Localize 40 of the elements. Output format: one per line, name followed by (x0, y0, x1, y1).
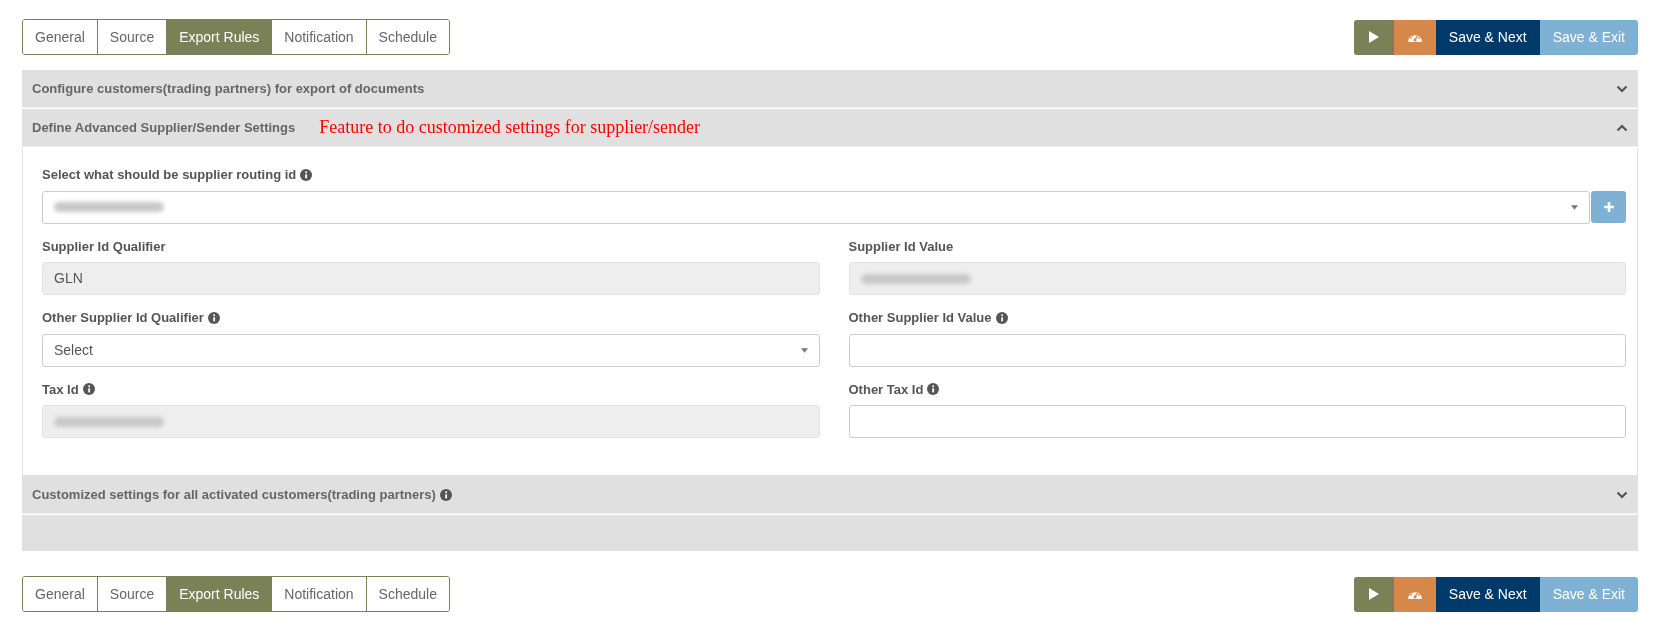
dropdown-caret-icon (800, 347, 808, 353)
input-field[interactable] (848, 405, 1626, 438)
field-label: Other Tax Id (848, 380, 924, 399)
play-button[interactable] (1353, 19, 1394, 55)
field-label: Other Supplier Id Value (848, 309, 992, 327)
section-header[interactable]: Configure customers(trading partners) for export of documents (22, 70, 1638, 108)
field-label: Supplier Id Qualifier (42, 237, 166, 256)
tab[interactable]: Export Rules (167, 577, 273, 611)
plus-icon (1602, 201, 1615, 214)
section-title: Define Advanced Supplier/Sender Settings (32, 118, 296, 137)
dropdown-caret-icon (1571, 204, 1578, 210)
dashboard-button[interactable] (1393, 19, 1436, 55)
input-field[interactable] (848, 262, 1626, 295)
input-field[interactable]: GLN (42, 262, 820, 295)
input-field[interactable] (42, 405, 820, 438)
annotation-text: Feature to do customized settings for supplier/sender (319, 116, 701, 139)
section-header[interactable]: Define Advanced Supplier/Sender Settings Feature to do customized settings for supplier/sender (22, 109, 1638, 147)
section-header[interactable]: Customized settings for all activated customers(trading partners) (22, 476, 1638, 514)
section-title: Customized settings for all activated customers(trading partners) (32, 485, 436, 504)
tab[interactable]: Export Rules (167, 20, 273, 54)
add-button[interactable] (1591, 190, 1626, 223)
field-label: Supplier Id Value (848, 237, 954, 256)
section-title: Configure customers(trading partners) for export of documents (32, 79, 425, 98)
play-button[interactable] (1353, 576, 1394, 612)
dashboard-button[interactable] (1393, 576, 1436, 612)
save-button[interactable]: Save & Next (1435, 19, 1540, 55)
field-label: Other Supplier Id Qualifier (42, 309, 204, 327)
chevron-up-icon (1616, 123, 1628, 132)
save-button[interactable]: Save & Next (1435, 576, 1540, 612)
play-icon (1367, 30, 1380, 44)
tab[interactable]: General (23, 20, 98, 54)
field-label: Tax Id (42, 380, 79, 399)
tab[interactable]: General (23, 577, 98, 611)
play-icon (1367, 587, 1380, 601)
chevron-down-icon (1616, 84, 1628, 93)
input-field[interactable] (848, 333, 1626, 367)
chevron-down-icon (1616, 490, 1628, 499)
field-label: Select what should be supplier routing id (42, 166, 297, 184)
select-field[interactable]: Select (42, 333, 820, 367)
select-field[interactable] (42, 190, 1590, 224)
